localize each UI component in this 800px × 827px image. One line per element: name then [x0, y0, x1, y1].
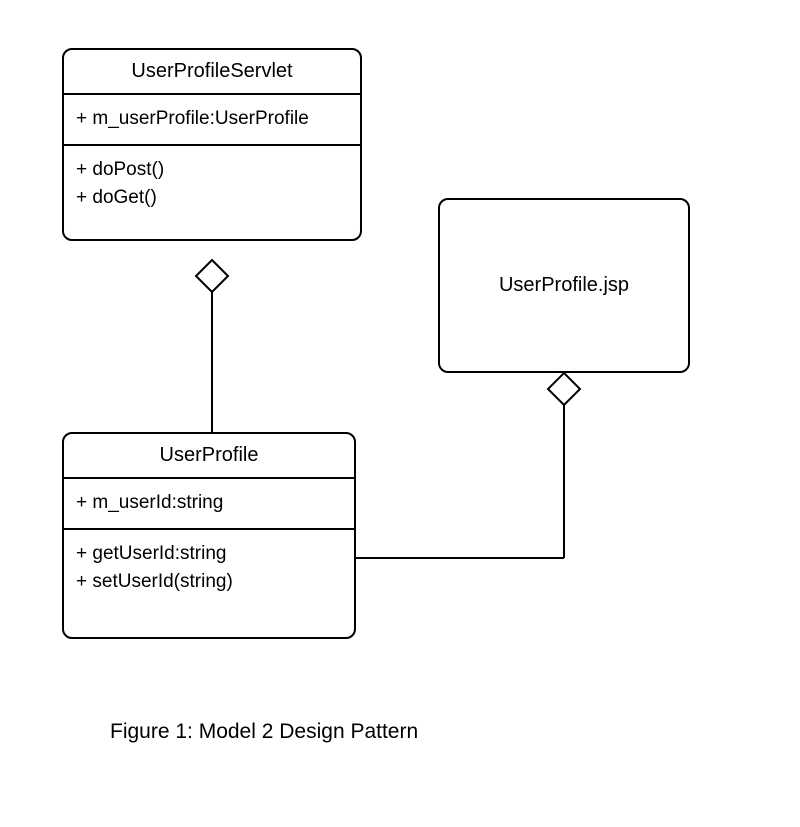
method-row: + doGet()	[76, 184, 348, 213]
class-title: UserProfile	[64, 434, 354, 479]
class-title: UserProfileServlet	[64, 50, 360, 95]
class-attributes: + m_userId:string	[64, 479, 354, 530]
method-row: + setUserId(string)	[76, 568, 342, 597]
attribute-row: + m_userId:string	[76, 489, 342, 518]
uml-class-jsp: UserProfile.jsp	[438, 198, 690, 373]
class-title: UserProfile.jsp	[499, 274, 629, 297]
attribute-row: + m_userProfile:UserProfile	[76, 105, 348, 134]
aggregation-diamond-icon	[196, 260, 228, 292]
method-row: + doPost()	[76, 156, 348, 185]
aggregation-diamond-icon	[548, 373, 580, 405]
figure-caption: Figure 1: Model 2 Design Pattern	[110, 720, 418, 744]
uml-class-servlet: UserProfileServlet + m_userProfile:UserP…	[62, 48, 362, 241]
method-row: + getUserId:string	[76, 540, 342, 569]
class-attributes: + m_userProfile:UserProfile	[64, 95, 360, 146]
uml-class-profile: UserProfile + m_userId:string + getUserI…	[62, 432, 356, 639]
class-methods: + doPost() + doGet()	[64, 146, 360, 239]
class-methods: + getUserId:string + setUserId(string)	[64, 530, 354, 637]
